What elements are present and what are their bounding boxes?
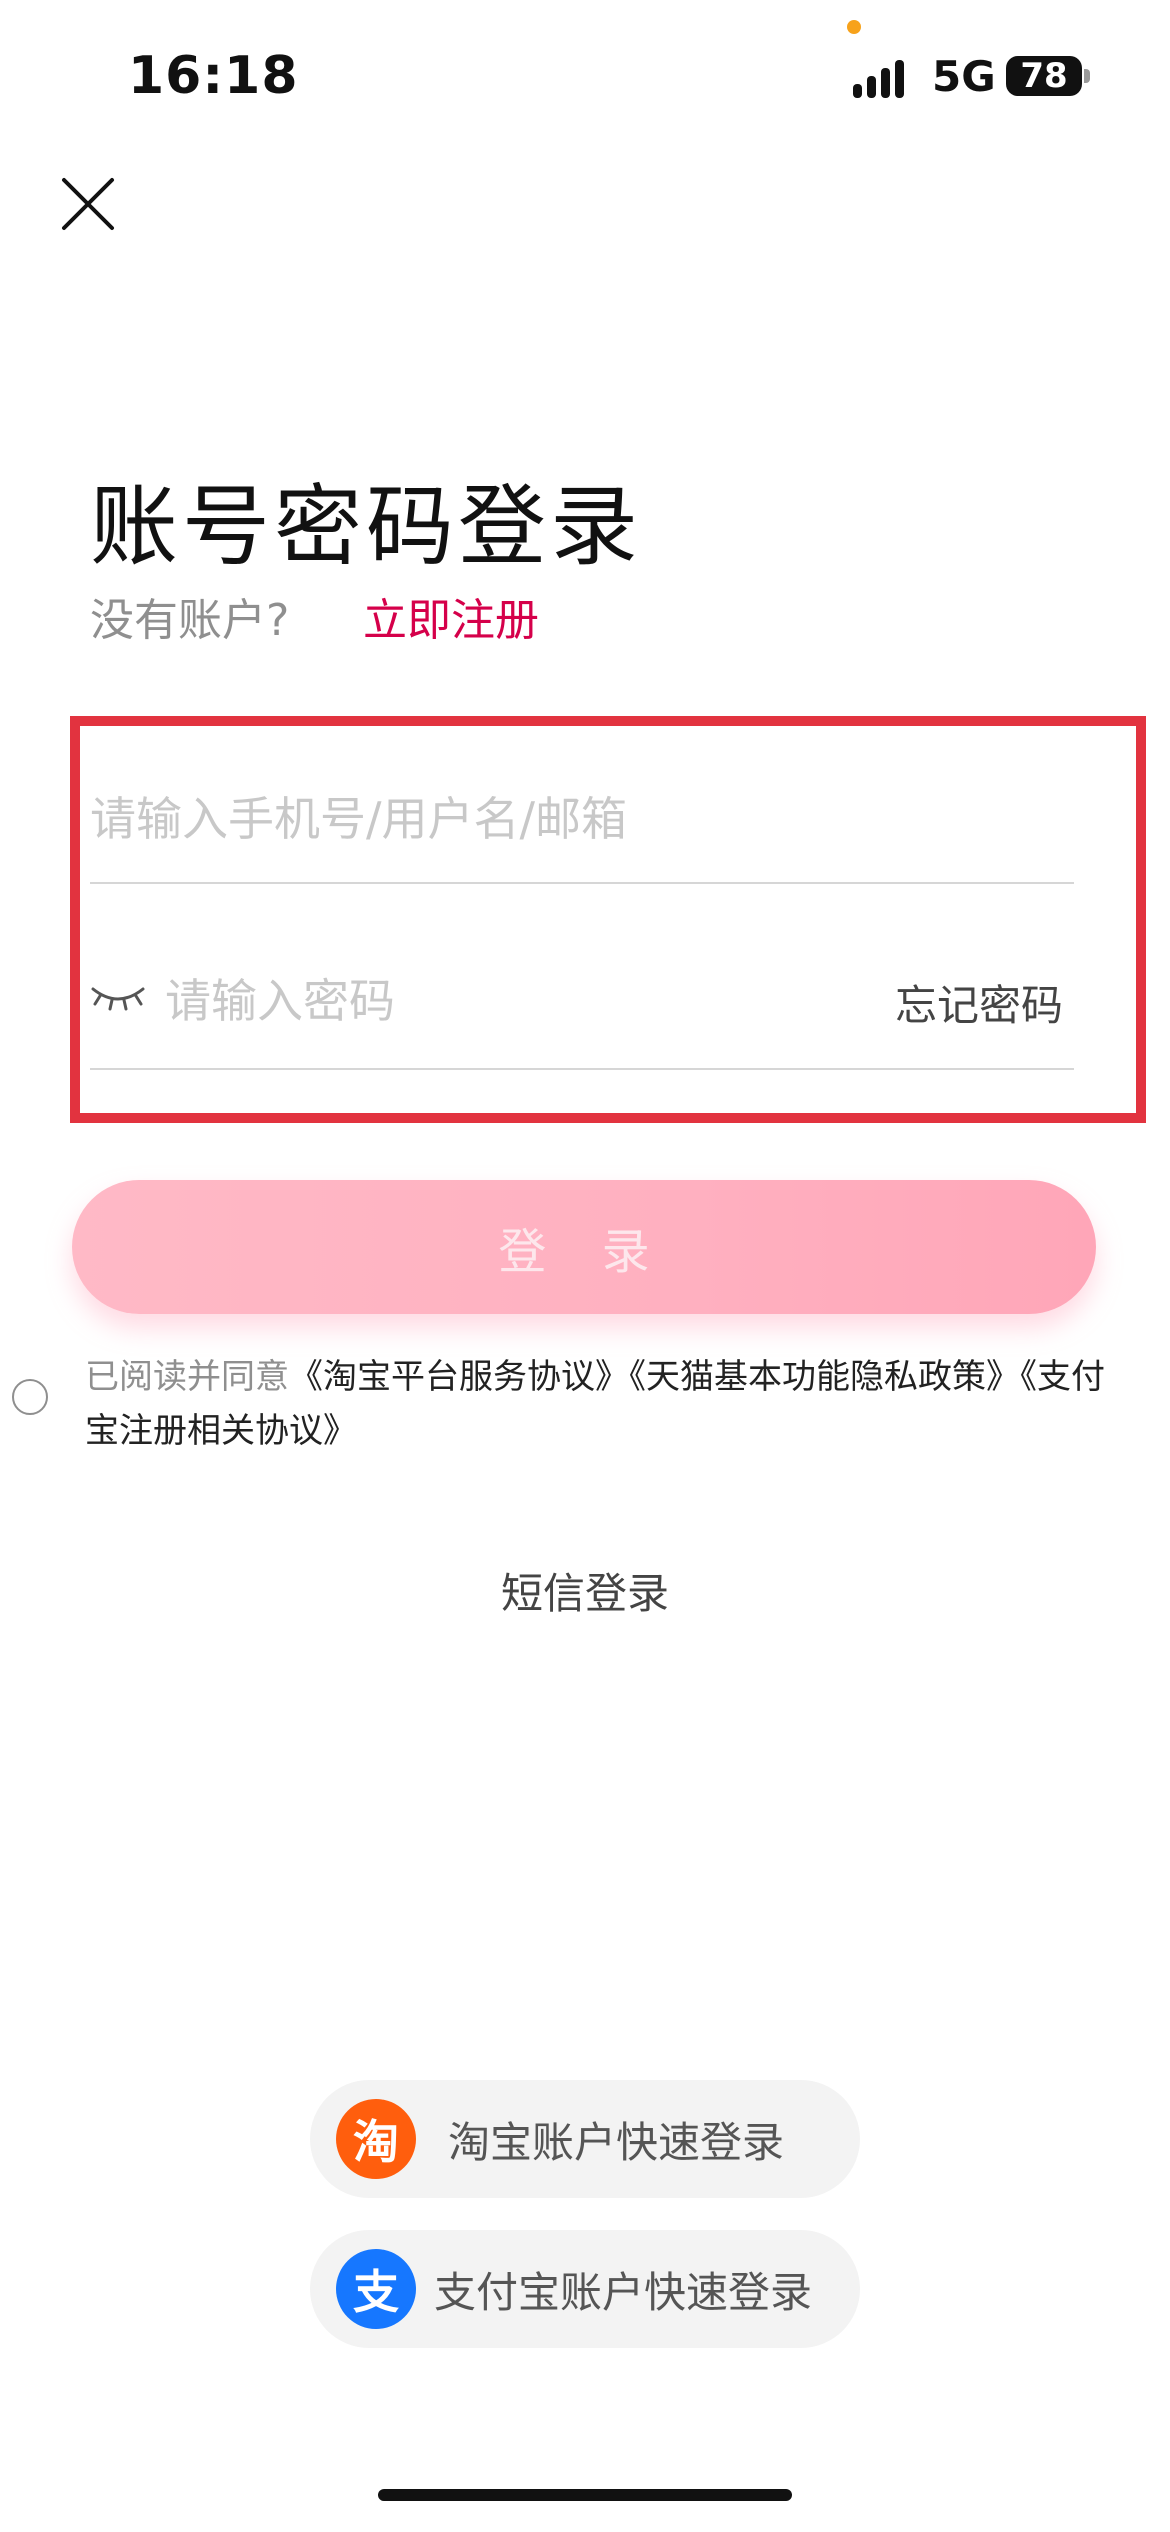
alipay-quick-login-label: 支付宝账户快速登录 — [434, 2267, 813, 2317]
privacy-indicator-dot — [847, 20, 861, 34]
account-input[interactable] — [90, 784, 1050, 854]
taobao-quick-login-label: 淘宝账户快速登录 — [448, 2117, 785, 2167]
password-divider — [90, 1068, 1074, 1070]
taobao-quick-login-button[interactable]: 淘 淘宝账户快速登录 — [310, 2080, 860, 2198]
alipay-quick-login-button[interactable]: 支 支付宝账户快速登录 — [310, 2230, 860, 2348]
login-button[interactable]: 登 录 — [72, 1180, 1096, 1314]
battery-icon: 78 — [1006, 56, 1082, 96]
sms-login-link[interactable]: 短信登录 — [0, 1560, 1170, 1621]
network-type: 5G — [932, 52, 996, 101]
close-icon[interactable] — [60, 176, 116, 232]
eye-closed-icon[interactable] — [90, 983, 146, 1013]
input-highlight-box — [70, 716, 1146, 1123]
status-time: 16:18 — [128, 46, 299, 106]
alipay-icon: 支 — [336, 2249, 416, 2329]
agreement-prefix: 已阅读并同意 — [85, 1357, 289, 1397]
home-indicator — [378, 2489, 792, 2501]
agreement-text: 已阅读并同意《淘宝平台服务协议》《天猫基本功能隐私政策》《支付宝注册相关协议》 — [85, 1350, 1115, 1458]
agreement-radio[interactable] — [12, 1379, 48, 1415]
signal-icon — [853, 60, 913, 98]
battery-cap — [1084, 69, 1090, 83]
no-account-text: 没有账户? — [90, 595, 290, 646]
register-link[interactable]: 立即注册 — [363, 584, 539, 648]
page-title: 账号密码登录 — [90, 475, 643, 578]
battery-level: 78 — [1020, 56, 1068, 96]
taobao-icon: 淘 — [336, 2099, 416, 2179]
account-divider — [90, 882, 1074, 884]
forgot-password-link[interactable]: 忘记密码 — [895, 972, 1063, 1033]
password-input[interactable] — [165, 966, 865, 1036]
